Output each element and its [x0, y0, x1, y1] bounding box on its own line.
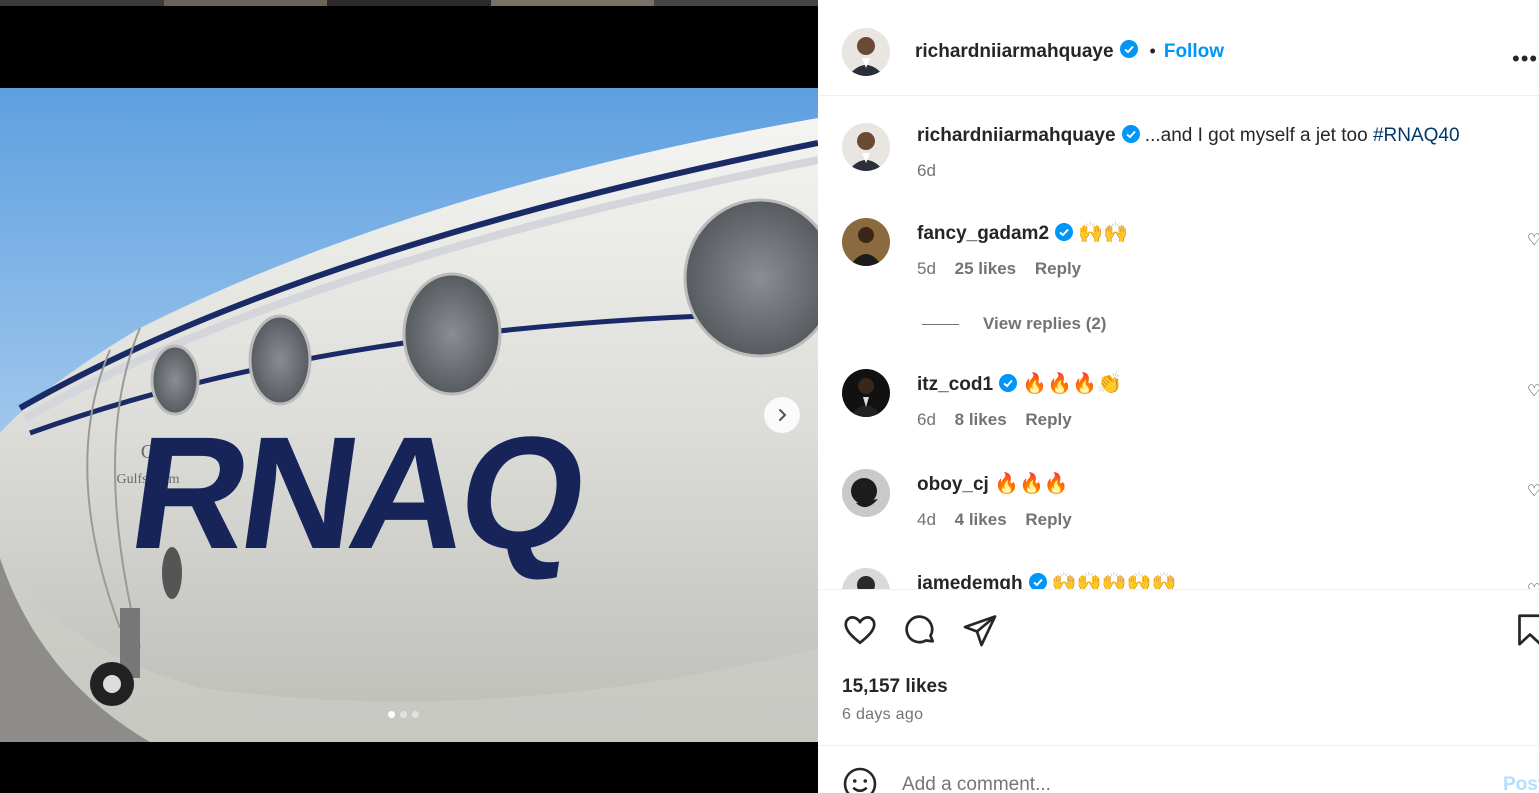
heart-icon[interactable]: ♡	[1527, 230, 1539, 250]
heart-icon[interactable]: ♡	[1527, 580, 1539, 589]
author-username[interactable]: richardniiarmahquaye	[915, 41, 1114, 63]
bookmark-icon	[1518, 614, 1539, 646]
replies-divider	[922, 323, 959, 325]
carousel-dot	[388, 711, 395, 718]
post-header: richardniiarmahquaye • Follow •••	[818, 6, 1539, 96]
save-button[interactable]	[1512, 612, 1539, 653]
verified-badge-icon	[999, 374, 1018, 398]
commenter-avatar[interactable]	[842, 218, 890, 266]
comment-time: 5d	[917, 259, 936, 278]
comment-likes[interactable]: 8 likes	[955, 410, 1007, 429]
view-replies-button[interactable]: View replies (2)	[922, 314, 1106, 334]
post-comment-button[interactable]: Post	[1503, 774, 1539, 793]
verified-badge-icon	[1055, 223, 1074, 247]
comments-list[interactable]: richardniiarmahquaye ...and I got myself…	[818, 97, 1539, 589]
rnaq-fuselage-text: RNAQ	[120, 404, 592, 583]
comment-body: 🔥🔥🔥	[994, 473, 1069, 495]
caption-username[interactable]: richardniiarmahquaye	[917, 125, 1116, 146]
header-author-row: richardniiarmahquaye • Follow	[915, 40, 1224, 63]
post-actions: 15,157 likes 6 days ago	[818, 589, 1539, 745]
verified-badge-icon	[1028, 573, 1047, 589]
post-photo[interactable]: G Gulfstream RNAQ	[0, 88, 818, 742]
comment-time: 4d	[917, 510, 936, 529]
next-slide-button[interactable]	[764, 397, 800, 433]
comment-meta: 5d 25 likes Reply	[917, 259, 1095, 279]
like-button[interactable]	[842, 612, 878, 653]
comment-meta: 4d 4 likes Reply	[917, 510, 1086, 530]
comment-icon	[905, 615, 935, 644]
comment-username[interactable]: itz_cod1	[917, 374, 993, 395]
comment-input[interactable]	[902, 774, 1462, 793]
comment-body: 🙌🙌🙌🙌🙌	[1051, 572, 1177, 589]
post-time-ago: 6 days ago	[842, 706, 924, 723]
comment-button[interactable]	[902, 612, 938, 653]
heart-icon[interactable]: ♡	[1527, 481, 1539, 501]
author-avatar[interactable]	[842, 28, 890, 76]
send-icon	[963, 615, 997, 647]
comment-time: 6d	[917, 410, 936, 429]
comment-likes[interactable]: 25 likes	[955, 259, 1016, 278]
comment-body: 🔥🔥🔥👏	[1022, 373, 1122, 395]
verified-badge-icon	[1121, 125, 1140, 149]
more-horizontal-icon[interactable]: •••	[1512, 46, 1538, 72]
commenter-avatar[interactable]	[842, 369, 890, 417]
comment-body: 🙌🙌	[1078, 222, 1129, 244]
comment-text: fancy_gadam2 🙌🙌	[917, 220, 1128, 247]
caption-body: ...and I got myself a jet too	[1139, 125, 1373, 146]
caption-hashtag[interactable]: #RNAQ40	[1373, 125, 1460, 146]
comment-text: oboy_cj 🔥🔥🔥	[917, 471, 1069, 496]
post-media: G Gulfstream RNAQ	[0, 0, 818, 793]
comment-meta: 6d 8 likes Reply	[917, 410, 1086, 430]
comment-text: jamedemgh 🙌🙌🙌🙌🙌	[917, 570, 1176, 589]
post-side-panel: richardniiarmahquaye • Follow ••• richar…	[818, 0, 1539, 793]
view-replies-label: View replies (2)	[983, 314, 1107, 333]
carousel-dot	[400, 711, 407, 718]
heart-icon	[844, 616, 876, 645]
reply-button[interactable]: Reply	[1035, 259, 1081, 278]
emoji-icon	[843, 767, 877, 793]
carousel-dot	[412, 711, 419, 718]
heart-icon[interactable]: ♡	[1527, 381, 1539, 401]
commenter-avatar[interactable]	[842, 568, 890, 589]
comment-likes[interactable]: 4 likes	[955, 510, 1007, 529]
header-separator: •	[1149, 41, 1156, 61]
add-comment-bar: Post	[818, 745, 1539, 793]
chevron-right-icon	[779, 409, 787, 421]
comment-username[interactable]: fancy_gadam2	[917, 223, 1049, 244]
verified-badge-icon	[1119, 40, 1138, 63]
comment-username[interactable]: jamedemgh	[917, 573, 1023, 589]
emoji-button[interactable]	[842, 766, 878, 793]
carousel-indicator	[388, 711, 419, 718]
commenter-avatar[interactable]	[842, 469, 890, 517]
likes-count[interactable]: 15,157 likes	[842, 676, 948, 698]
comment-username[interactable]: oboy_cj	[917, 474, 989, 495]
reply-button[interactable]: Reply	[1025, 510, 1071, 529]
caption-time: 6d	[917, 161, 936, 180]
reply-button[interactable]: Reply	[1025, 410, 1071, 429]
share-button[interactable]	[962, 612, 998, 653]
caption-text: richardniiarmahquaye ...and I got myself…	[917, 125, 1460, 149]
caption-avatar[interactable]	[842, 123, 890, 171]
caption-meta: 6d	[917, 161, 950, 181]
comment-text: itz_cod1 🔥🔥🔥👏	[917, 371, 1122, 398]
follow-button[interactable]: Follow	[1164, 41, 1224, 63]
background-strip	[0, 0, 818, 6]
